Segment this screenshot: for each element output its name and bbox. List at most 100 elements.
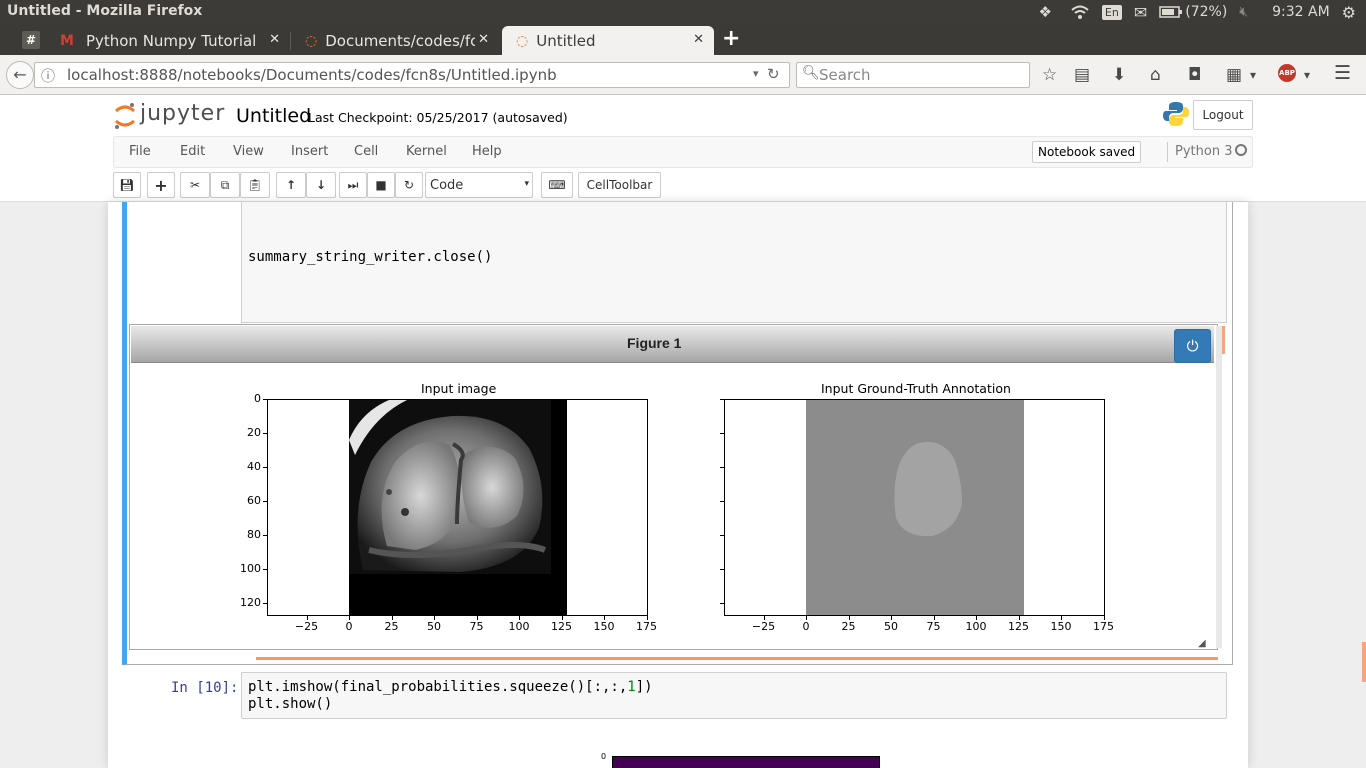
paste-button[interactable]: 📋︎ xyxy=(240,172,270,198)
jupyter-logo-icon[interactable] xyxy=(113,101,137,131)
tab-numpy-tutorial[interactable]: M Python Numpy Tutorial ✕ xyxy=(46,26,290,55)
x-tick-label: 25 xyxy=(384,620,399,633)
move-up-button[interactable]: ↑ xyxy=(276,172,306,198)
run-cell-button[interactable]: ⏭︎ xyxy=(339,172,367,198)
plot1-axes xyxy=(267,399,648,616)
plot2-axes xyxy=(724,399,1105,616)
interrupt-button[interactable]: ■ xyxy=(367,172,395,198)
back-button[interactable]: ← xyxy=(6,61,34,89)
x-tick-label: −25 xyxy=(294,620,319,633)
cell-type-select[interactable]: Code ▾ xyxy=(425,172,533,198)
hamburger-menu-icon[interactable]: ☰ xyxy=(1334,62,1351,84)
close-tab-icon[interactable]: ✕ xyxy=(478,32,489,47)
plus-icon: + xyxy=(154,175,168,195)
plot2-title: Input Ground-Truth Annotation xyxy=(821,381,1011,396)
reload-icon[interactable]: ↻ xyxy=(767,65,780,83)
mail-icon[interactable]: ✉ xyxy=(1134,3,1147,22)
refresh-icon: ↻ xyxy=(403,178,415,192)
os-title-bar: Untitled - Mozilla Firefox ❖ En ✉ (72%) … xyxy=(0,0,1366,24)
restart-kernel-button[interactable]: ↻ xyxy=(395,172,423,198)
jupyter-wordmark[interactable]: jupyter xyxy=(140,101,225,126)
tab-documents[interactable]: ◌ Documents/codes/fcn ✕ xyxy=(291,26,499,55)
x-tick-label: 100 xyxy=(965,620,987,633)
copy-icon: ⧉ xyxy=(220,177,230,192)
kernel-idle-icon xyxy=(1235,144,1247,156)
window-title: Untitled - Mozilla Firefox xyxy=(7,3,203,19)
volume-muted-icon[interactable]: 🔇︎ xyxy=(1239,4,1248,20)
search-icon: 🔍︎ xyxy=(802,65,820,81)
reading-list-icon[interactable]: ▤ xyxy=(1074,65,1090,85)
figure-scrollbar[interactable] xyxy=(1216,326,1222,648)
figure-close-button[interactable]: ⏻ xyxy=(1174,329,1211,363)
celltoolbar-button[interactable]: CellToolbar xyxy=(578,172,661,198)
battery-percent: (72%) xyxy=(1185,4,1228,20)
tab-untitled[interactable]: ◌ Untitled ✕ xyxy=(502,26,714,55)
keyboard-layout-indicator[interactable]: En xyxy=(1101,4,1122,20)
home-icon[interactable]: ⌂ xyxy=(1150,65,1161,85)
arrow-up-icon: ↑ xyxy=(285,178,297,192)
downloads-icon[interactable]: ⬇ xyxy=(1112,65,1126,85)
x-tick-label: 175 xyxy=(1093,620,1114,633)
tab-strip: # M Python Numpy Tutorial ✕ ◌ Documents/… xyxy=(0,24,1366,55)
cell-prompt: In [10]: xyxy=(171,680,239,696)
menu-help[interactable]: Help xyxy=(472,144,502,159)
close-tab-icon[interactable]: ✕ xyxy=(269,32,280,47)
y-tick-label: 0 xyxy=(254,392,261,405)
dropbox-icon[interactable]: ❖ xyxy=(1038,3,1051,21)
menu-kernel[interactable]: Kernel xyxy=(406,144,447,159)
navigation-bar: ← ⓘ localhost:8888/notebooks/Documents/c… xyxy=(0,55,1366,95)
y-tick-mark xyxy=(720,535,724,536)
figure-title: Figure 1 xyxy=(627,335,682,351)
menu-view[interactable]: View xyxy=(233,144,264,159)
power-gear-icon[interactable]: ⚙ xyxy=(1342,3,1356,22)
pinned-tab[interactable]: # xyxy=(22,31,40,49)
resize-handle-icon[interactable]: ◢ xyxy=(1198,638,1206,649)
wifi-icon[interactable] xyxy=(1070,4,1090,20)
checkpoint-status: Last Checkpoint: 05/25/2017 (autosaved) xyxy=(308,110,568,125)
command-palette-button[interactable]: ⌨ xyxy=(541,172,573,198)
menu-file[interactable]: File xyxy=(129,144,151,159)
pocket-icon[interactable]: ◘ xyxy=(1188,65,1201,85)
move-down-button[interactable]: ↓ xyxy=(306,172,336,198)
search-box[interactable]: 🔍︎ Search xyxy=(796,62,1030,88)
menu-edit[interactable]: Edit xyxy=(180,144,205,159)
chevron-down-icon[interactable]: ▾ xyxy=(1304,68,1310,82)
x-tick-label: 100 xyxy=(508,620,530,633)
url-bar[interactable]: ⓘ localhost:8888/notebooks/Documents/cod… xyxy=(34,62,790,88)
insert-cell-button[interactable]: + xyxy=(147,172,175,198)
dropdown-arrow-icon[interactable]: ▾ xyxy=(753,67,759,80)
y-tick-mark xyxy=(263,569,267,570)
y-tick-mark xyxy=(263,603,267,604)
keyboard-icon: ⌨ xyxy=(548,178,566,192)
extension-icon[interactable]: ▦ xyxy=(1226,65,1242,85)
bookmark-star-icon[interactable]: ☆ xyxy=(1042,65,1057,85)
menu-insert[interactable]: Insert xyxy=(291,144,328,159)
next-plot-y-tick: 0 xyxy=(601,752,607,761)
y-tick-label: 100 xyxy=(240,562,261,575)
y-tick-mark xyxy=(720,501,724,502)
battery-icon[interactable] xyxy=(1159,5,1183,19)
code-line: summary_string_writer.close() xyxy=(248,249,493,265)
y-tick-mark xyxy=(720,433,724,434)
adblock-icon[interactable]: ABP xyxy=(1278,64,1296,82)
y-tick-mark xyxy=(263,535,267,536)
chevron-down-icon[interactable]: ▾ xyxy=(1250,68,1256,82)
plot1-title: Input image xyxy=(421,381,497,396)
search-placeholder: Search xyxy=(819,66,871,84)
copy-button[interactable]: ⧉ xyxy=(210,172,240,198)
close-tab-icon[interactable]: ✕ xyxy=(693,32,704,47)
plot2-annotation-region xyxy=(894,441,962,537)
new-tab-button[interactable]: + xyxy=(722,26,740,51)
y-tick-label: 120 xyxy=(240,596,261,609)
logout-button[interactable]: Logout xyxy=(1193,100,1253,130)
info-icon[interactable]: ⓘ xyxy=(41,66,55,86)
clock[interactable]: 9:32 AM xyxy=(1272,4,1330,20)
x-tick-label: 75 xyxy=(926,620,941,633)
y-tick-label: 40 xyxy=(247,460,261,473)
cut-button[interactable]: ✂ xyxy=(180,172,210,198)
menu-cell[interactable]: Cell xyxy=(354,144,378,159)
save-button[interactable]: 💾︎ xyxy=(113,172,141,198)
notebook-title[interactable]: Untitled xyxy=(236,105,311,127)
kernel-name[interactable]: Python 3 xyxy=(1175,144,1232,159)
output-scroll-indicator xyxy=(256,657,1218,660)
